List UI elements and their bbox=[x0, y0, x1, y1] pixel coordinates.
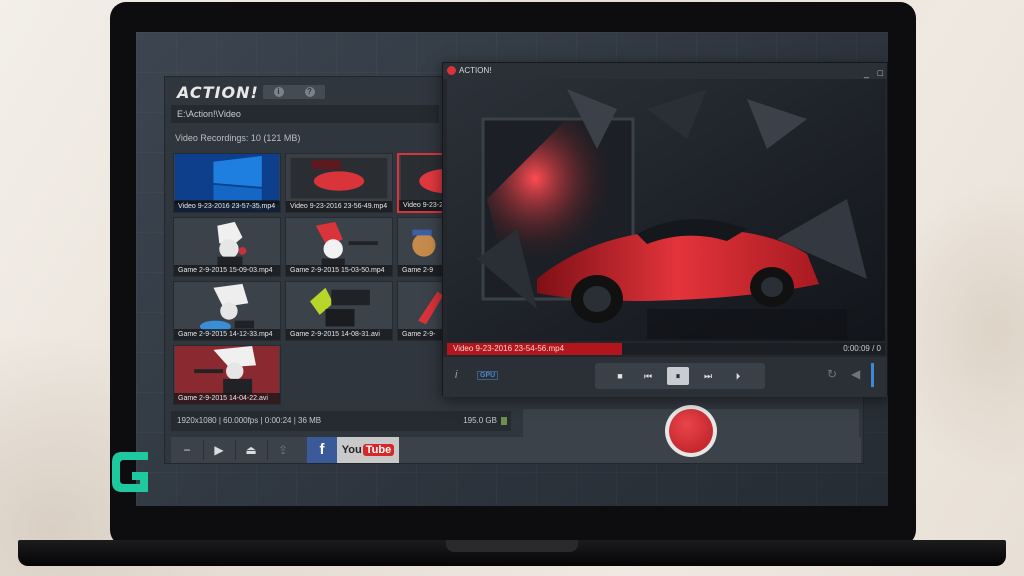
recording-tile[interactable]: Game 2-9-2015 14-04-22.avi bbox=[173, 345, 281, 405]
recordings-grid: Video 9-23-2016 23-57-35.mp4 Video 9-23-… bbox=[173, 153, 445, 409]
recording-label: Game 2-9 bbox=[398, 265, 445, 276]
facebook-button[interactable]: f bbox=[307, 437, 337, 463]
playback-time: 0:00:09 / 0 bbox=[843, 344, 881, 353]
recording-tile[interactable]: Video 9-23-2016 23-56-49.mp4 bbox=[285, 153, 393, 213]
brand-logo bbox=[112, 452, 148, 492]
folder-path[interactable]: E:\Action!\Video bbox=[171, 105, 439, 123]
library-toolbar: − ▶ ⏏ ⇪ f You Tube bbox=[171, 437, 861, 463]
recording-label: Game 2-9-2015 14-04-22.avi bbox=[174, 393, 280, 404]
transport-controls: ■ ⏮ ⏸ ⏭ ⏵ bbox=[595, 363, 765, 389]
separator bbox=[267, 440, 268, 460]
info-button[interactable]: i bbox=[273, 87, 284, 97]
player-window: ACTION! _ □ Video 9-23-2016 23-54-56.mp4… bbox=[442, 62, 888, 397]
play-button[interactable]: ▶ bbox=[205, 440, 233, 460]
recording-tile-selected[interactable]: Video 9-23-2 bbox=[397, 153, 445, 213]
repeat-icon[interactable]: ↻ bbox=[827, 367, 837, 381]
recording-tile[interactable]: Game 2-9 bbox=[397, 217, 445, 277]
delete-button[interactable]: − bbox=[173, 440, 201, 460]
gpu-badge: GPU bbox=[477, 371, 499, 380]
recording-label: Video 9-23-2016 23-56-49.mp4 bbox=[286, 201, 392, 212]
recording-tile[interactable]: Game 2-9-2015 14-12-33.mp4 bbox=[173, 281, 281, 341]
youtube-tube-text: Tube bbox=[362, 444, 395, 456]
recording-label: Game 2-9-2015 14-12-33.mp4 bbox=[174, 329, 280, 340]
youtube-you-text: You bbox=[341, 444, 362, 456]
recording-label: Video 9-23-2016 23-57-35.mp4 bbox=[174, 201, 280, 212]
record-button[interactable] bbox=[665, 405, 717, 457]
laptop-screen: ACTION! i ? E:\Action!\Video Video Recor… bbox=[136, 32, 888, 506]
separator bbox=[203, 440, 204, 460]
youtube-button[interactable]: You Tube bbox=[337, 437, 399, 463]
open-folder-button[interactable]: ⏏ bbox=[237, 440, 265, 460]
player-title: ACTION! bbox=[459, 66, 492, 75]
play-button[interactable]: ⏵ bbox=[727, 367, 749, 385]
header-buttons: i ? bbox=[263, 85, 325, 99]
recording-label: Game 2-9- bbox=[398, 329, 445, 340]
player-controls: i GPU ■ ⏮ ⏸ ⏭ ⏵ ↻ ◀ bbox=[443, 357, 887, 397]
recording-label: Game 2-9-2015 15-03-50.mp4 bbox=[286, 265, 392, 276]
recording-tile[interactable]: Video 9-23-2016 23-57-35.mp4 bbox=[173, 153, 281, 213]
laptop-notch bbox=[446, 540, 578, 552]
pause-button[interactable]: ⏸ bbox=[667, 367, 689, 385]
recording-info: 1920x1080 | 60.000fps | 0:00:24 | 36 MB bbox=[177, 416, 322, 425]
disk-space-value: 195.0 GB bbox=[463, 416, 497, 425]
app-logo: ACTION! bbox=[177, 83, 259, 102]
recordings-count: Video Recordings: 10 (121 MB) bbox=[175, 133, 301, 143]
volume-slider[interactable] bbox=[871, 363, 874, 387]
previous-button[interactable]: ⏮ bbox=[637, 367, 659, 385]
recording-info-bar: 1920x1080 | 60.000fps | 0:00:24 | 36 MB … bbox=[171, 411, 511, 431]
volume-icon[interactable]: ◀ bbox=[851, 367, 860, 381]
info-icon[interactable]: i bbox=[455, 369, 457, 381]
disk-space: 195.0 GB bbox=[447, 411, 507, 431]
recording-tile[interactable]: Game 2-9- bbox=[397, 281, 445, 341]
recording-label: Video 9-23-2 bbox=[399, 200, 445, 211]
next-button[interactable]: ⏭ bbox=[697, 367, 719, 385]
video-still bbox=[447, 79, 885, 341]
recording-tile[interactable]: Game 2-9-2015 14-08-31.avi bbox=[285, 281, 393, 341]
player-titlebar[interactable]: ACTION! _ □ bbox=[443, 63, 887, 79]
recording-tile[interactable]: Game 2-9-2015 15-03-50.mp4 bbox=[285, 217, 393, 277]
recording-label: Game 2-9-2015 15-09-03.mp4 bbox=[174, 265, 280, 276]
record-icon bbox=[669, 409, 713, 453]
app-icon bbox=[447, 66, 456, 75]
recording-tile[interactable]: Game 2-9-2015 15-09-03.mp4 bbox=[173, 217, 281, 277]
stop-button[interactable]: ■ bbox=[609, 367, 631, 385]
current-file-name: Video 9-23-2016 23-54-56.mp4 bbox=[453, 344, 565, 353]
video-frame[interactable] bbox=[447, 79, 885, 341]
help-button[interactable]: ? bbox=[304, 87, 315, 97]
seek-bar[interactable]: Video 9-23-2016 23-54-56.mp4 0:00:09 / 0 bbox=[447, 343, 885, 355]
disk-icon bbox=[501, 416, 507, 425]
upload-button[interactable]: ⇪ bbox=[269, 440, 297, 460]
separator bbox=[235, 440, 236, 460]
recording-label: Game 2-9-2015 14-08-31.avi bbox=[286, 329, 392, 340]
